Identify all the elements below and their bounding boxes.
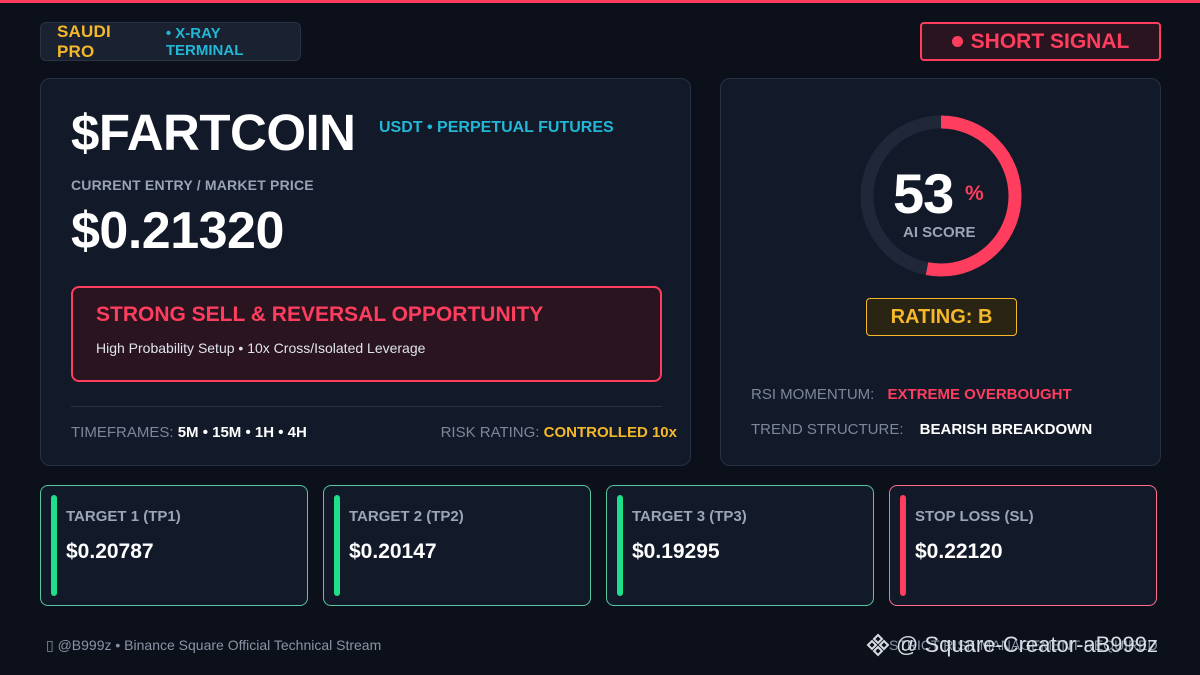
price-label: CURRENT ENTRY / MARKET PRICE bbox=[71, 177, 314, 193]
score-card: 53 % AI SCORE RATING: B RSI MOMENTUM: EX… bbox=[720, 78, 1161, 466]
alert-subtitle: High Probability Setup • 10x Cross/Isola… bbox=[96, 340, 426, 356]
asset-symbol: $FARTCOIN bbox=[71, 104, 356, 161]
target-1-value: $0.20787 bbox=[66, 540, 154, 563]
divider bbox=[71, 406, 662, 407]
asset-card: $FARTCOIN USDT • PERPETUAL FUTURES CURRE… bbox=[40, 78, 691, 466]
target-3-accent-bar bbox=[617, 495, 623, 596]
target-2-accent-bar bbox=[334, 495, 340, 596]
target-3-card: TARGET 3 (TP3) $0.19295 bbox=[606, 485, 874, 606]
footer-stream-credit: ▯ @B999z • Binance Square Official Techn… bbox=[46, 637, 382, 653]
creator-watermark: @ Square-Creator-aB999z bbox=[866, 632, 1158, 658]
rsi-momentum: RSI MOMENTUM: EXTREME OVERBOUGHT bbox=[751, 386, 1072, 403]
target-2-card: TARGET 2 (TP2) $0.20147 bbox=[323, 485, 591, 606]
target-2-label: TARGET 2 (TP2) bbox=[349, 508, 464, 525]
target-1-label: TARGET 1 (TP1) bbox=[66, 508, 181, 525]
sell-alert-box: STRONG SELL & REVERSAL OPPORTUNITY High … bbox=[71, 286, 662, 382]
signal-label: SHORT SIGNAL bbox=[970, 29, 1130, 53]
trend-label: TREND STRUCTURE: bbox=[751, 421, 904, 438]
target-2-value: $0.20147 bbox=[349, 540, 437, 563]
risk-rating: RISK RATING: CONTROLLED 10x bbox=[441, 424, 677, 441]
brand-badge: SAUDI PRO • X-RAY TERMINAL bbox=[40, 22, 301, 61]
trend-value: BEARISH BREAKDOWN bbox=[919, 421, 1093, 438]
rsi-label: RSI MOMENTUM: bbox=[751, 386, 875, 403]
asset-pair: USDT • PERPETUAL FUTURES bbox=[379, 119, 614, 136]
ai-score-label: AI SCORE bbox=[903, 224, 976, 241]
risk-value: CONTROLLED 10x bbox=[543, 424, 677, 441]
target-3-value: $0.19295 bbox=[632, 540, 720, 563]
stop-loss-value: $0.22120 bbox=[915, 540, 1003, 563]
timeframes-value: 5M • 15M • 1H • 4H bbox=[177, 424, 307, 441]
top-accent-bar bbox=[0, 0, 1200, 3]
stop-loss-label: STOP LOSS (SL) bbox=[915, 508, 1034, 525]
timeframes-label: TIMEFRAMES: bbox=[71, 424, 174, 441]
alert-title: STRONG SELL & REVERSAL OPPORTUNITY bbox=[96, 303, 544, 326]
brand-subtitle: • X-RAY TERMINAL bbox=[165, 24, 244, 59]
stop-loss-accent-bar bbox=[900, 495, 906, 596]
target-1-accent-bar bbox=[51, 495, 57, 596]
brand-name: SAUDI PRO bbox=[57, 21, 111, 61]
trend-structure: TREND STRUCTURE: BEARISH BREAKDOWN bbox=[751, 421, 1092, 438]
ai-score-unit: % bbox=[965, 182, 984, 205]
signal-dot-icon bbox=[951, 36, 963, 47]
timeframes: TIMEFRAMES: 5M • 15M • 1H • 4H bbox=[71, 424, 307, 441]
rating-badge: RATING: B bbox=[866, 298, 1017, 336]
stop-loss-card: STOP LOSS (SL) $0.22120 bbox=[889, 485, 1157, 606]
rsi-value: EXTREME OVERBOUGHT bbox=[887, 386, 1072, 403]
short-signal-badge: SHORT SIGNAL bbox=[920, 22, 1161, 61]
binance-logo-icon bbox=[866, 633, 890, 657]
watermark-text: @ Square-Creator-aB999z bbox=[896, 632, 1159, 657]
target-3-label: TARGET 3 (TP3) bbox=[632, 508, 747, 525]
ai-score-value: 53 bbox=[893, 162, 954, 225]
target-1-card: TARGET 1 (TP1) $0.20787 bbox=[40, 485, 308, 606]
market-price: $0.21320 bbox=[71, 202, 284, 260]
risk-label: RISK RATING: bbox=[440, 424, 540, 441]
